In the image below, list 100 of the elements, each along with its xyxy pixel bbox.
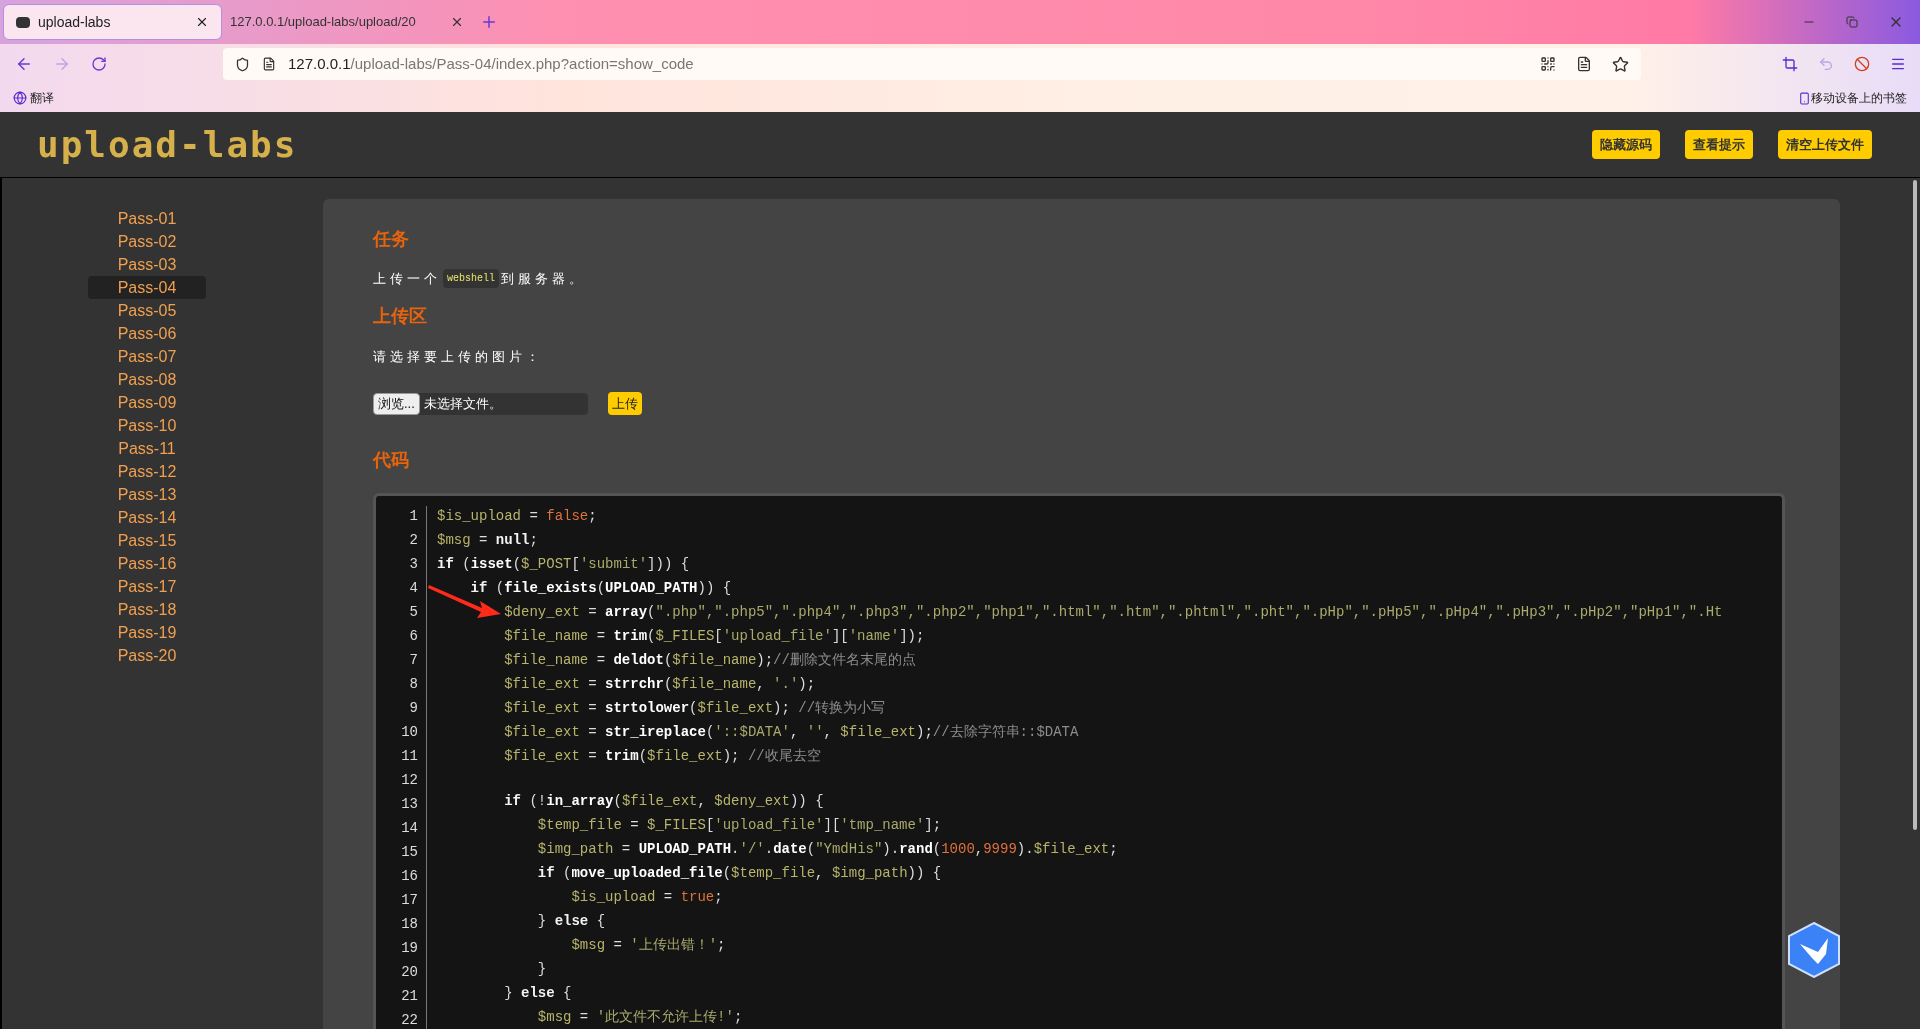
code-line: if (file_exists(UPLOAD_PATH)) { xyxy=(470,579,732,598)
sidebar-link[interactable]: Pass-15 xyxy=(88,529,206,552)
bookmark-link[interactable]: 翻译 xyxy=(30,89,54,107)
line-number: 3 xyxy=(409,555,418,574)
sidebar-link[interactable]: Pass-10 xyxy=(88,414,206,437)
sidebar-link[interactable]: Pass-18 xyxy=(88,598,206,621)
line-number: 9 xyxy=(409,699,418,718)
close-icon[interactable] xyxy=(450,15,464,29)
section-title: 代码 xyxy=(373,449,410,472)
code-line: $file_ext = trim($file_ext); //收尾去空 xyxy=(504,747,821,766)
code-line: $msg = '此文件不允许上传!'; xyxy=(537,1008,743,1027)
line-number: 4 xyxy=(409,579,418,598)
line-number: 7 xyxy=(409,651,418,670)
line-number: 14 xyxy=(401,819,418,838)
section-title: 上传区 xyxy=(373,304,428,328)
sidebar-link[interactable]: Pass-09 xyxy=(88,391,206,414)
reader-icon[interactable] xyxy=(1576,56,1592,72)
code-line: $file_name = deldot($file_name);//删除文件名末尾的点 xyxy=(504,651,916,670)
line-number: 22 xyxy=(401,1011,418,1029)
upload-button[interactable]: 上传 xyxy=(608,392,642,415)
restore-icon[interactable] xyxy=(1846,16,1858,28)
file-status: 未选择文件。 xyxy=(423,394,502,413)
back-icon[interactable] xyxy=(15,55,33,73)
qr-code-icon[interactable] xyxy=(1540,56,1556,72)
address-bar[interactable]: 127.0.0.1/upload-labs/Pass-04/index.php?action=show_code xyxy=(223,48,1641,80)
crop-icon[interactable] xyxy=(1782,56,1798,72)
sidebar-link[interactable]: Pass-01 xyxy=(88,207,206,230)
sidebar-link[interactable]: Pass-12 xyxy=(88,460,206,483)
line-number: 12 xyxy=(401,771,418,790)
line-number: 5 xyxy=(409,603,418,622)
code-line: $is_upload = false; xyxy=(437,507,597,526)
line-number: 13 xyxy=(401,795,418,814)
sidebar-link[interactable]: Pass-07 xyxy=(88,345,206,368)
sidebar-link[interactable]: Pass-19 xyxy=(88,621,206,644)
sidebar-link[interactable]: Pass-04 xyxy=(88,276,206,299)
line-number: 19 xyxy=(401,939,418,958)
code-line: if (!in_array($file_ext, $deny_ext)) { xyxy=(504,792,824,811)
line-number: 20 xyxy=(401,963,418,982)
code-line: $msg = '上传出错！'; xyxy=(571,936,726,955)
code-line: $file_name = trim($_FILES['upload_file']['name']); xyxy=(504,627,925,646)
line-number: 16 xyxy=(401,867,418,886)
line-number: 6 xyxy=(409,627,418,646)
menu-icon[interactable] xyxy=(1890,56,1906,72)
code-line: $temp_file = $_FILES['upload_file']['tmp_name']; xyxy=(537,816,942,835)
sidebar-link[interactable]: Pass-08 xyxy=(88,368,206,391)
url-path: /upload-labs/Pass-04/index.php?action=show_code xyxy=(350,54,694,72)
bookmark-folder[interactable]: 移动设备上的书签 xyxy=(1811,89,1907,107)
line-number: 18 xyxy=(401,915,418,934)
browse-button[interactable]: 浏览... xyxy=(373,392,420,415)
site-logo: upload-labs xyxy=(37,122,298,167)
sidebar-link[interactable]: Pass-14 xyxy=(88,506,206,529)
header-button[interactable]: 查看提示 xyxy=(1685,130,1753,159)
star-icon[interactable] xyxy=(1612,55,1629,73)
line-number: 11 xyxy=(401,747,418,766)
phone-icon xyxy=(1798,90,1811,106)
sidebar-link[interactable]: Pass-06 xyxy=(88,322,206,345)
header-button[interactable]: 隐藏源码 xyxy=(1592,130,1660,159)
code-line: $file_ext = strrchr($file_name, '.'); xyxy=(504,675,816,694)
url-host: 127.0.0.1 xyxy=(288,54,351,72)
tab-title: upload-labs xyxy=(38,12,112,32)
browser-tab[interactable]: upload-labs xyxy=(3,4,222,40)
globe-icon xyxy=(13,91,27,105)
browser-tab[interactable]: 127.0.0.1/upload-labs/upload/20 xyxy=(222,4,472,40)
sidebar-link[interactable]: Pass-16 xyxy=(88,552,206,575)
task-text: 上传一个 webshell 到服务器。 xyxy=(373,269,1790,289)
sidebar-link[interactable]: Pass-05 xyxy=(88,299,206,322)
sidebar-link[interactable]: Pass-03 xyxy=(88,253,206,276)
line-number: 8 xyxy=(409,675,418,694)
sidebar-link[interactable]: Pass-20 xyxy=(88,644,206,667)
code-line: $deny_ext = array(".php",".php5",".php4",".php3",".php2","php1",".html",".htm",".phtml",".pht",".pHp",".pHp5",".pHp4",".pHp3",".pHp2","pHp1",".Ht xyxy=(504,603,1723,622)
code-line: $is_upload = true; xyxy=(571,888,723,907)
line-number: 1 xyxy=(409,507,418,526)
code-line: $file_ext = str_ireplace('::$DATA', '', $file_ext);//去除字符串::$DATA xyxy=(504,723,1079,742)
page-icon xyxy=(262,57,276,71)
code-line: $msg = null; xyxy=(437,531,538,550)
code-line: } else { xyxy=(537,912,606,931)
code-line: } else { xyxy=(504,984,572,1003)
code-line: $file_ext = strtolower($file_ext); //转换为小写 xyxy=(504,699,886,718)
header-button[interactable]: 清空上传文件 xyxy=(1778,130,1872,159)
scrollbar[interactable] xyxy=(1913,180,1917,830)
shield-icon xyxy=(235,56,250,72)
close-icon[interactable] xyxy=(195,15,209,29)
code-line: if (isset($_POST['submit'])) { xyxy=(437,555,690,574)
section-title: 任务 xyxy=(373,228,410,251)
tab-title: 127.0.0.1/upload-labs/upload/20 xyxy=(230,13,417,32)
code-line: $img_path = UPLOAD_PATH.'/'.date("YmdHis").rand(1000,9999).$file_ext; xyxy=(537,840,1118,859)
line-number: 21 xyxy=(401,987,418,1006)
line-number: 10 xyxy=(401,723,418,742)
sidebar-link[interactable]: Pass-02 xyxy=(88,230,206,253)
reload-icon[interactable] xyxy=(91,56,107,72)
upload-label: 请选择要上传的图片： xyxy=(373,347,544,366)
line-number: 2 xyxy=(409,531,418,550)
file-input[interactable]: 浏览... 未选择文件。 xyxy=(373,392,588,415)
sidebar-link[interactable]: Pass-11 xyxy=(88,437,206,460)
sidebar-link[interactable]: Pass-17 xyxy=(88,575,206,598)
code-line: if (move_uploaded_file($temp_file, $img_path)) { xyxy=(537,864,942,883)
blocked-icon[interactable] xyxy=(1854,56,1870,72)
favicon-icon xyxy=(16,16,30,28)
sidebar-link[interactable]: Pass-13 xyxy=(88,483,206,506)
line-number: 15 xyxy=(401,843,418,862)
